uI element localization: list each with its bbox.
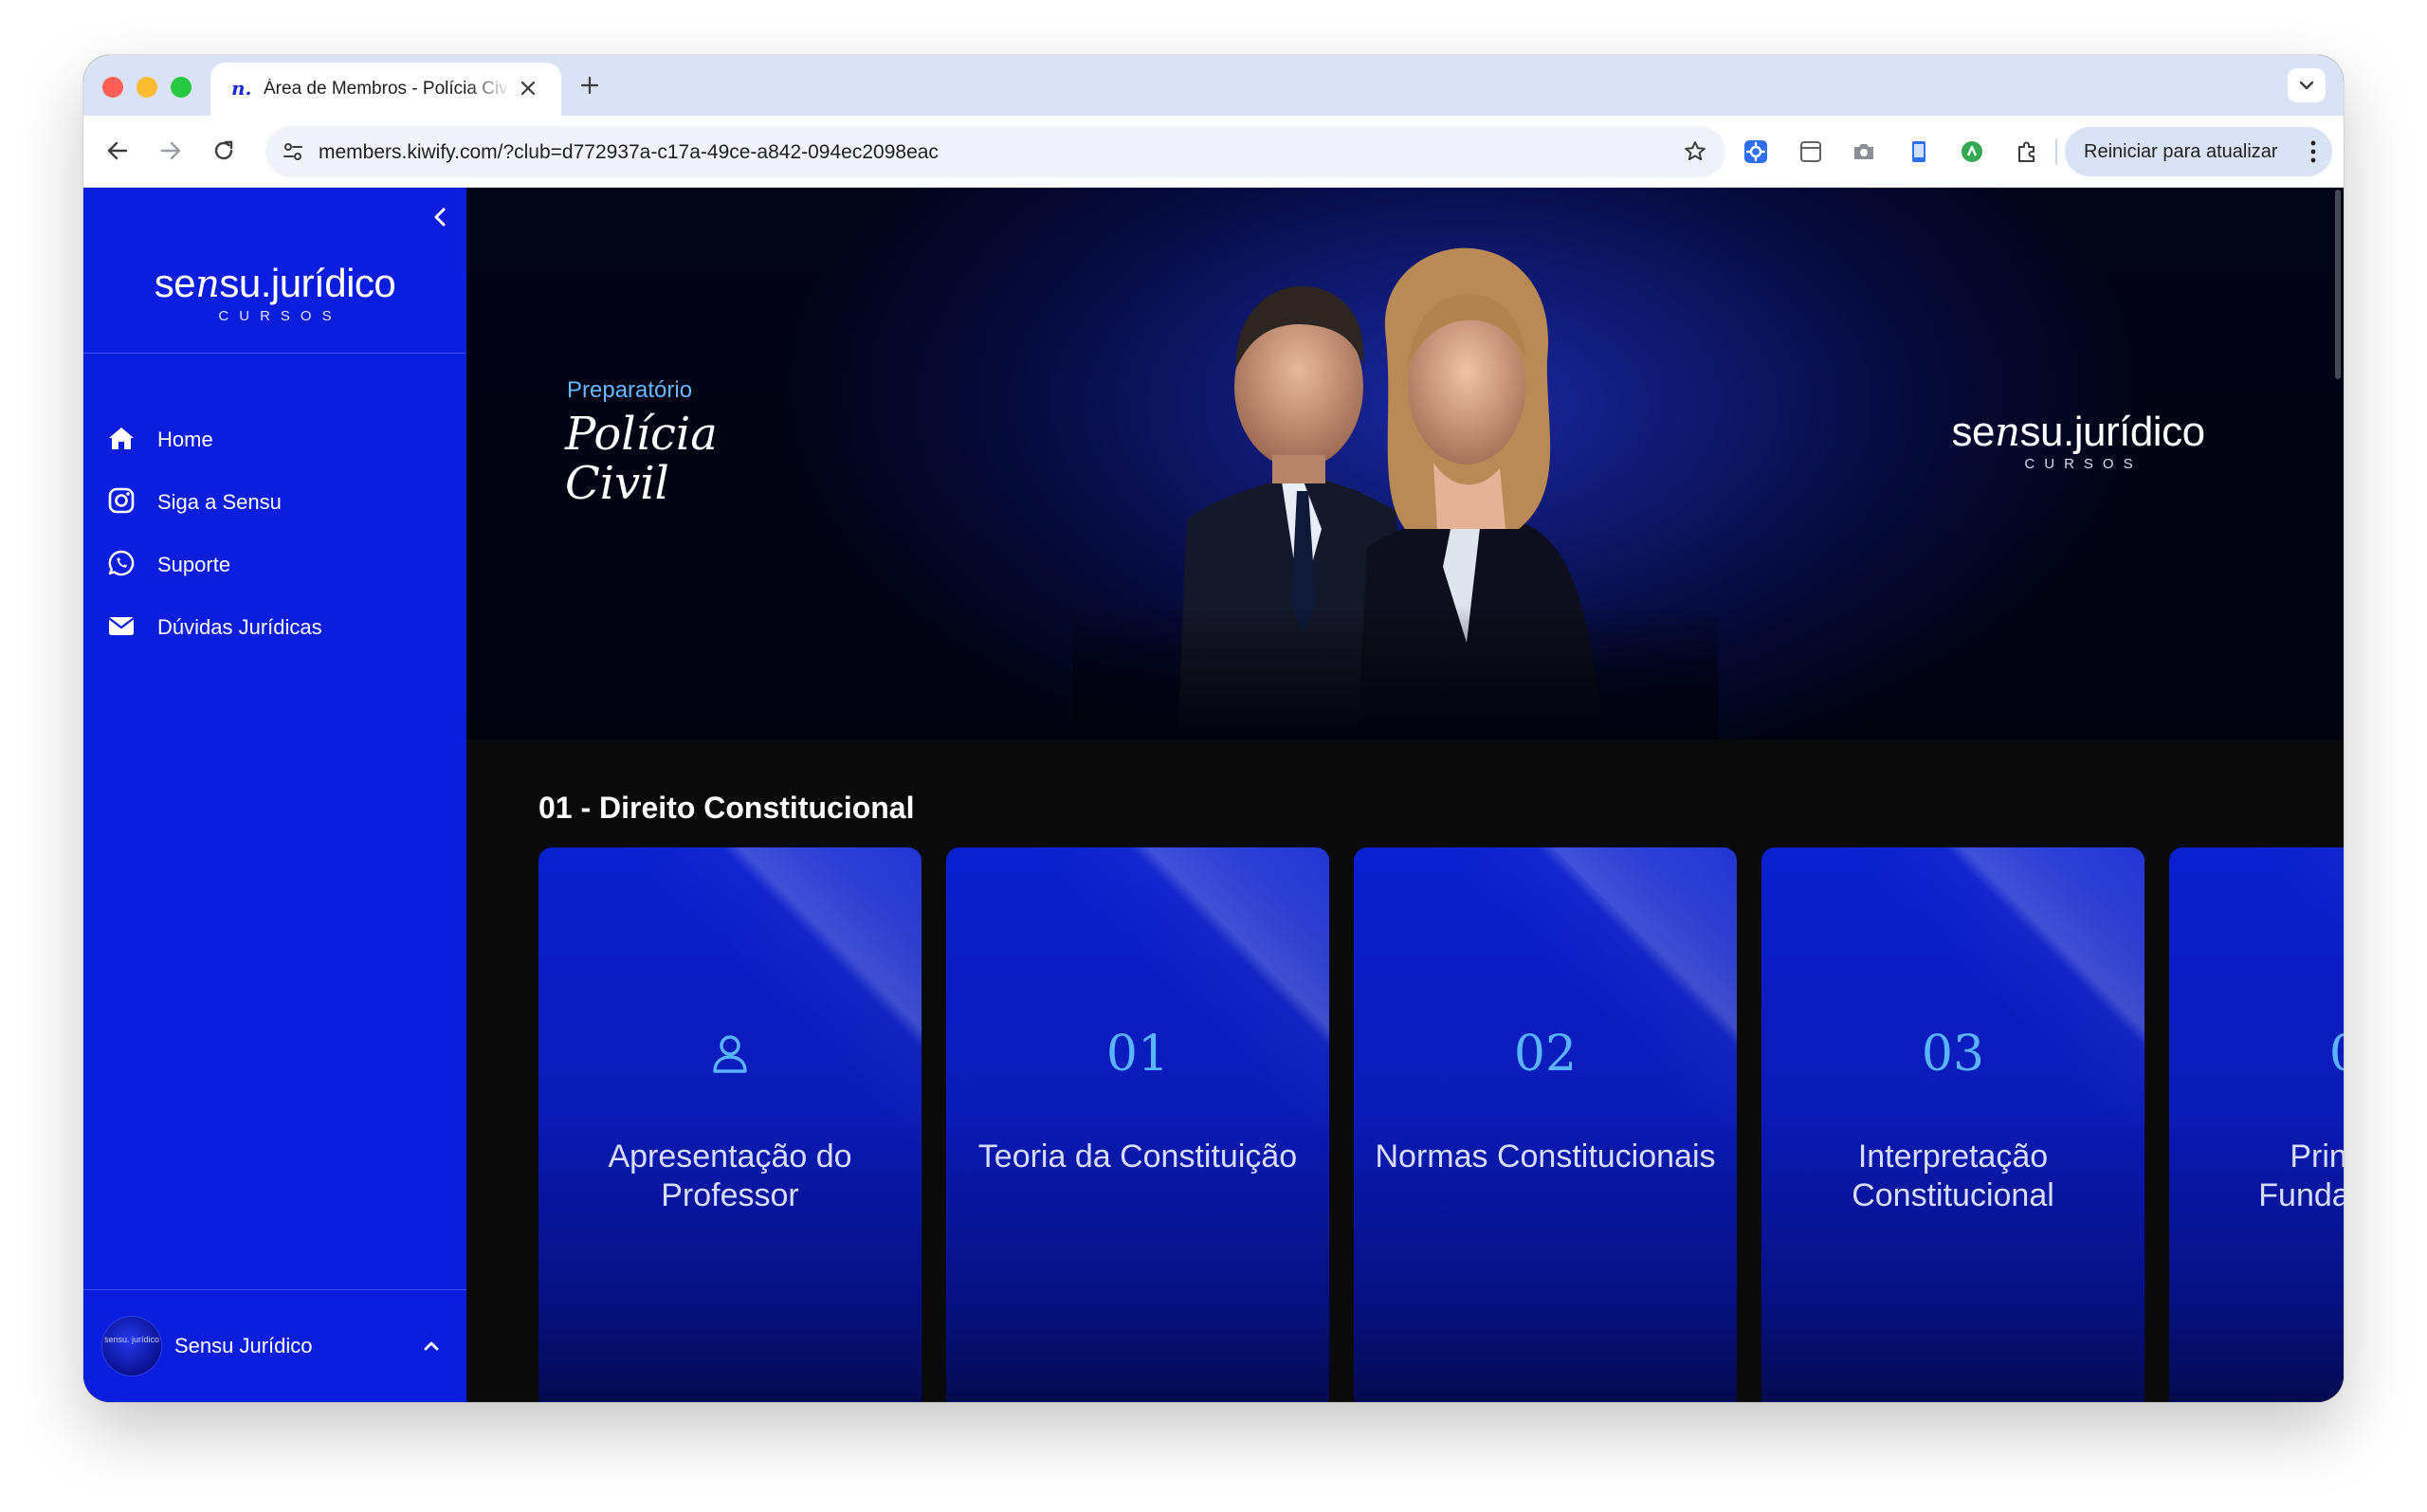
lesson-card-title: Normas Constitucionais xyxy=(1375,1139,1716,1175)
browser-toolbar: members.kiwify.com/?club=d772937a-c17a-4… xyxy=(83,116,2344,188)
forward-icon[interactable] xyxy=(154,134,188,168)
reload-icon[interactable] xyxy=(207,134,241,168)
lesson-card-number: 03 xyxy=(1921,1026,1985,1083)
camera-extension-icon[interactable] xyxy=(1851,138,1877,165)
chevron-down-icon xyxy=(2299,81,2314,90)
sidebar-item-duvidas-juridicas[interactable]: Dúvidas Jurídicas xyxy=(106,605,447,647)
tab-strip: n. Área de Membros - Polícia Civil xyxy=(83,55,2344,116)
sidebar-item-home[interactable]: Home xyxy=(106,417,447,459)
home-icon xyxy=(109,428,134,449)
lesson-card-04[interactable]: 04 Princípios Fundamentais xyxy=(2169,847,2344,1402)
avatar: sensu. jurídico xyxy=(102,1317,161,1375)
lesson-card-title: Princípios Fundamentais xyxy=(2258,1139,2344,1213)
user-icon xyxy=(713,1035,747,1073)
bookmark-star-icon[interactable] xyxy=(1682,138,1708,165)
lesson-card-number: 02 xyxy=(1513,1026,1578,1083)
brand-logo[interactable]: sensu.jurídico CURSOS xyxy=(83,262,466,325)
lesson-card-apresentacao[interactable]: Apresentação do Professor xyxy=(538,847,922,1402)
gear-extension-icon[interactable] xyxy=(1743,138,1769,165)
back-icon[interactable] xyxy=(100,134,135,168)
whatsapp-icon xyxy=(108,550,135,576)
user-menu[interactable]: sensu. jurídico Sensu Jurídico xyxy=(83,1290,466,1402)
lesson-card-02[interactable]: 02 Normas Constitucionais xyxy=(1354,847,1737,1402)
browser-tab-active[interactable]: n. Área de Membros - Polícia Civil xyxy=(210,63,561,116)
mail-icon xyxy=(108,617,135,635)
course-banner: Preparatório Polícia Civil sensu.jurídic… xyxy=(466,188,2344,739)
sidebar-item-siga-a-sensu[interactable]: Siga a Sensu xyxy=(106,480,447,521)
lesson-card-number: 04 xyxy=(2169,1026,2344,1083)
minimize-window-button[interactable] xyxy=(137,77,157,98)
kiwify-favicon-icon: n. xyxy=(231,77,252,100)
maximize-window-button[interactable] xyxy=(171,77,192,98)
sidebar-item-suporte[interactable]: Suporte xyxy=(106,542,447,584)
phone-extension-icon[interactable] xyxy=(1906,138,1932,165)
address-bar[interactable]: members.kiwify.com/?club=d772937a-c17a-4… xyxy=(265,126,1725,177)
sidebar-item-label: Siga a Sensu xyxy=(157,490,282,514)
chevron-up-icon[interactable] xyxy=(419,1334,444,1358)
close-window-button[interactable] xyxy=(102,77,123,98)
banner-brand-logo: sensu.jurídico CURSOS xyxy=(1951,409,2205,473)
url-text[interactable]: members.kiwify.com/?club=d772937a-c17a-4… xyxy=(319,141,939,164)
main-content: Preparatório Polícia Civil sensu.jurídic… xyxy=(466,188,2344,1402)
restart-update-button[interactable]: Reiniciar para atualizar xyxy=(2065,127,2332,176)
lesson-card-number: 01 xyxy=(1105,1026,1170,1083)
panel-extension-icon[interactable] xyxy=(1797,138,1824,165)
banner-title: Polícia Civil xyxy=(565,408,718,510)
lesson-card-03[interactable]: 03 Interpretação Constitucional xyxy=(1761,847,2144,1402)
lesson-card-01[interactable]: 01 Teoria da Constituição xyxy=(946,847,1329,1402)
tab-search-button[interactable] xyxy=(2288,68,2326,102)
page-scrollbar[interactable] xyxy=(2332,188,2344,739)
instagram-icon xyxy=(108,487,135,514)
banner-kicker: Preparatório xyxy=(567,377,693,403)
sidebar-item-label: Dúvidas Jurídicas xyxy=(157,615,322,639)
lesson-carousel: Apresentação do Professor 01 Teoria da C… xyxy=(538,847,2344,1402)
browser-window: n. Área de Membros - Polícia Civil membe… xyxy=(83,55,2344,1402)
green-extension-icon[interactable] xyxy=(1959,138,1985,165)
menu-kebab-icon[interactable] xyxy=(2308,138,2319,165)
site-settings-icon[interactable] xyxy=(281,139,305,164)
instructors-photo xyxy=(1073,247,1718,739)
new-tab-icon[interactable] xyxy=(575,70,605,100)
lesson-card-title: Interpretação Constitucional xyxy=(1852,1139,2054,1213)
scrollbar-thumb[interactable] xyxy=(2335,190,2341,379)
sidebar-item-label: Home xyxy=(157,428,213,451)
sidebar-item-label: Suporte xyxy=(157,553,231,576)
lesson-card-title: Apresentação do Professor xyxy=(608,1139,852,1213)
lesson-card-title: Teoria da Constituição xyxy=(977,1139,1298,1175)
user-name: Sensu Jurídico xyxy=(174,1334,313,1357)
puzzle-icon[interactable] xyxy=(2014,138,2040,165)
module-title: 01 - Direito Constitucional xyxy=(538,791,915,825)
sidebar: sensu.jurídico CURSOS Home Siga a Sensu xyxy=(83,188,466,1402)
page-viewport: sensu.jurídico CURSOS Home Siga a Sensu xyxy=(83,188,2344,1402)
collapse-sidebar-icon[interactable] xyxy=(427,203,455,231)
close-tab-icon[interactable] xyxy=(514,74,542,102)
